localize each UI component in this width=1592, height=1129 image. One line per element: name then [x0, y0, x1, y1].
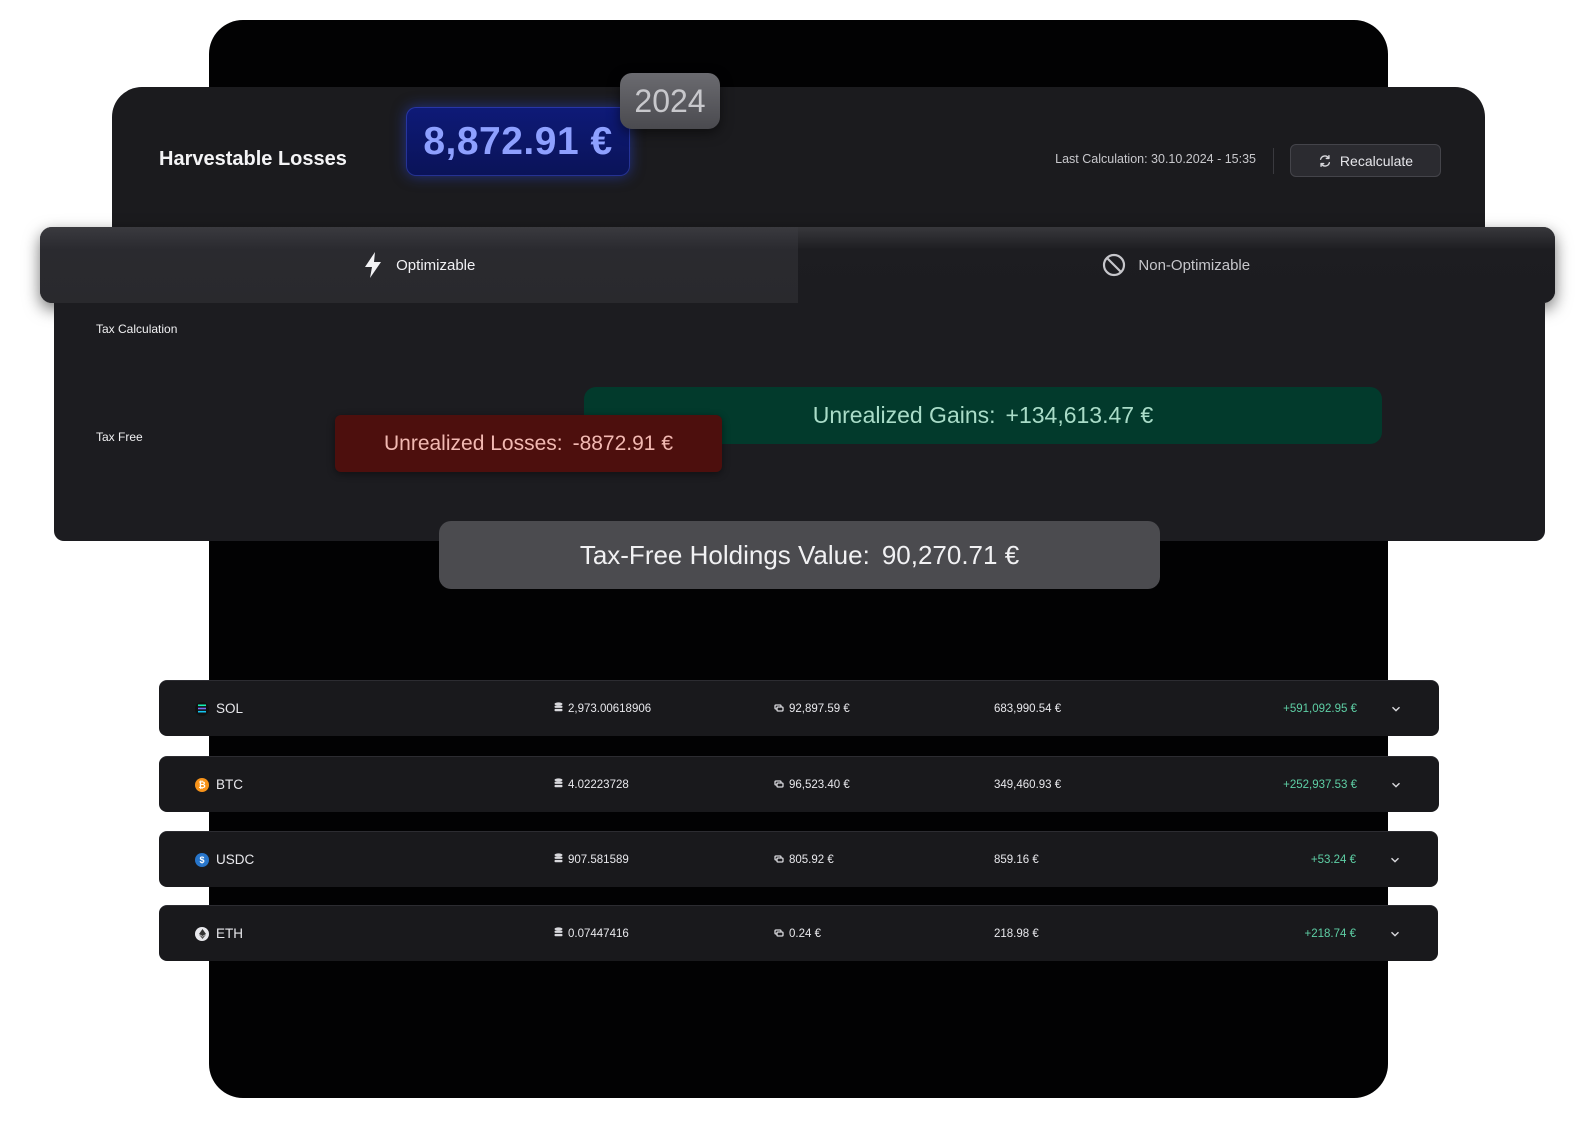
- chevron-down-icon[interactable]: [1391, 757, 1401, 812]
- tax-free-holdings-value: 90,270.71 €: [881, 539, 1020, 570]
- asset-price-value: 805.92 €: [789, 853, 834, 866]
- asset-quantity-value: 2,973.00618906: [568, 702, 652, 715]
- tax-free-holdings-label: Tax-Free Holdings Value:: [579, 539, 870, 570]
- lightning-icon: [365, 252, 382, 278]
- tab-optimizable-label: Optimizable: [396, 256, 476, 274]
- chevron-down-icon[interactable]: [1390, 906, 1400, 961]
- coins-icon: [554, 778, 563, 791]
- asset-row-eth[interactable]: ETH 0.07447416 0.24 € 218.98 € +218.74 €: [159, 905, 1438, 961]
- coins-icon: [554, 702, 563, 715]
- asset-gain: +591,092.95 €: [1283, 702, 1357, 715]
- tab-bar: Optimizable Non-Optimizable: [40, 227, 1555, 303]
- ethereum-icon: [195, 926, 209, 941]
- tax-free-holdings-bar: Tax-Free Holdings Value: 90,270.71 €: [439, 521, 1160, 589]
- asset-symbol: SOL: [216, 701, 244, 716]
- solana-icon: [195, 701, 209, 716]
- asset-price: 96,523.40 €: [774, 757, 850, 812]
- tab-non-optimizable[interactable]: Non-Optimizable: [797, 227, 1555, 303]
- bitcoin-icon: ₿: [195, 777, 209, 792]
- year-badge[interactable]: 2024: [620, 73, 720, 129]
- asset-gain: +218.74 €: [1304, 927, 1356, 940]
- asset-value: 683,990.54 €: [994, 702, 1062, 715]
- usdc-icon: $: [195, 852, 209, 867]
- asset-value: 859.16 €: [994, 853, 1039, 866]
- recalculate-label: Recalculate: [1339, 152, 1414, 169]
- asset-quantity-value: 4.02223728: [568, 778, 629, 791]
- price-tag-icon: [774, 854, 784, 866]
- asset-symbol: BTC: [216, 777, 243, 792]
- price-tag-icon: [774, 779, 784, 791]
- page-title: Harvestable Losses: [159, 148, 347, 170]
- asset-price-value: 0.24 €: [789, 927, 821, 940]
- asset-price: 92,897.59 €: [774, 681, 850, 736]
- year-badge-label: 2024: [634, 82, 706, 119]
- asset-coin: SOL: [195, 681, 243, 736]
- asset-price: 805.92 €: [774, 832, 834, 887]
- asset-gain: +53.24 €: [1310, 853, 1356, 866]
- asset-quantity: 4.02223728: [554, 757, 629, 812]
- asset-price-value: 96,523.40 €: [789, 778, 850, 791]
- asset-coin: ₿ BTC: [195, 757, 243, 812]
- asset-symbol: USDC: [216, 852, 255, 867]
- prohibited-icon: [1103, 253, 1126, 277]
- coins-icon: [554, 927, 563, 940]
- unrealized-gains-label: Unrealized Gains:: [812, 402, 996, 428]
- asset-quantity-value: 907.581589: [568, 853, 629, 866]
- asset-quantity: 2,973.00618906: [554, 681, 651, 736]
- recalculate-button[interactable]: Recalculate: [1290, 144, 1441, 177]
- asset-price-value: 92,897.59 €: [789, 702, 850, 715]
- coins-icon: [554, 853, 563, 866]
- unrealized-losses-value: -8872.91 €: [572, 431, 673, 455]
- asset-row-sol[interactable]: SOL 2,973.00618906 92,897.59 € 683,990.5…: [159, 680, 1439, 736]
- price-tag-icon: [774, 928, 784, 940]
- harvestable-amount-value: 8,872.91 €: [423, 119, 613, 163]
- asset-coin: ETH: [195, 906, 243, 961]
- asset-quantity-value: 0.07447416: [568, 927, 629, 940]
- unrealized-gains-value: +134,613.47 €: [1005, 402, 1154, 428]
- tab-non-optimizable-label: Non-Optimizable: [1138, 256, 1251, 274]
- asset-coin: $ USDC: [195, 832, 254, 887]
- chevron-down-icon[interactable]: [1390, 832, 1400, 887]
- unrealized-losses-label: Unrealized Losses:: [383, 431, 563, 455]
- harvestable-amount: 8,872.91 €: [406, 107, 630, 176]
- asset-gain: +252,937.53 €: [1283, 778, 1357, 791]
- asset-row-btc[interactable]: ₿ BTC 4.02223728 96,523.40 € 349,460.93 …: [159, 756, 1439, 812]
- asset-price: 0.24 €: [774, 906, 821, 961]
- refresh-icon: [1319, 154, 1330, 167]
- price-tag-icon: [774, 703, 784, 715]
- tax-free-label: Tax Free: [96, 430, 143, 444]
- tab-optimizable[interactable]: Optimizable: [40, 227, 798, 303]
- asset-value: 349,460.93 €: [994, 778, 1062, 791]
- asset-symbol: ETH: [216, 926, 243, 941]
- asset-quantity: 907.581589: [554, 832, 629, 887]
- last-calculation: Last Calculation: 30.10.2024 - 15:35: [1055, 152, 1256, 166]
- tax-calculation-label: Tax Calculation: [96, 322, 178, 336]
- asset-row-usdc[interactable]: $ USDC 907.581589 805.92 € 859.16 € +53.…: [159, 831, 1438, 887]
- unrealized-losses-bar: Unrealized Losses: -8872.91 €: [335, 415, 722, 472]
- asset-value: 218.98 €: [994, 927, 1039, 940]
- chevron-down-icon[interactable]: [1391, 681, 1401, 736]
- asset-quantity: 0.07447416: [554, 906, 629, 961]
- header-divider: [1273, 148, 1274, 174]
